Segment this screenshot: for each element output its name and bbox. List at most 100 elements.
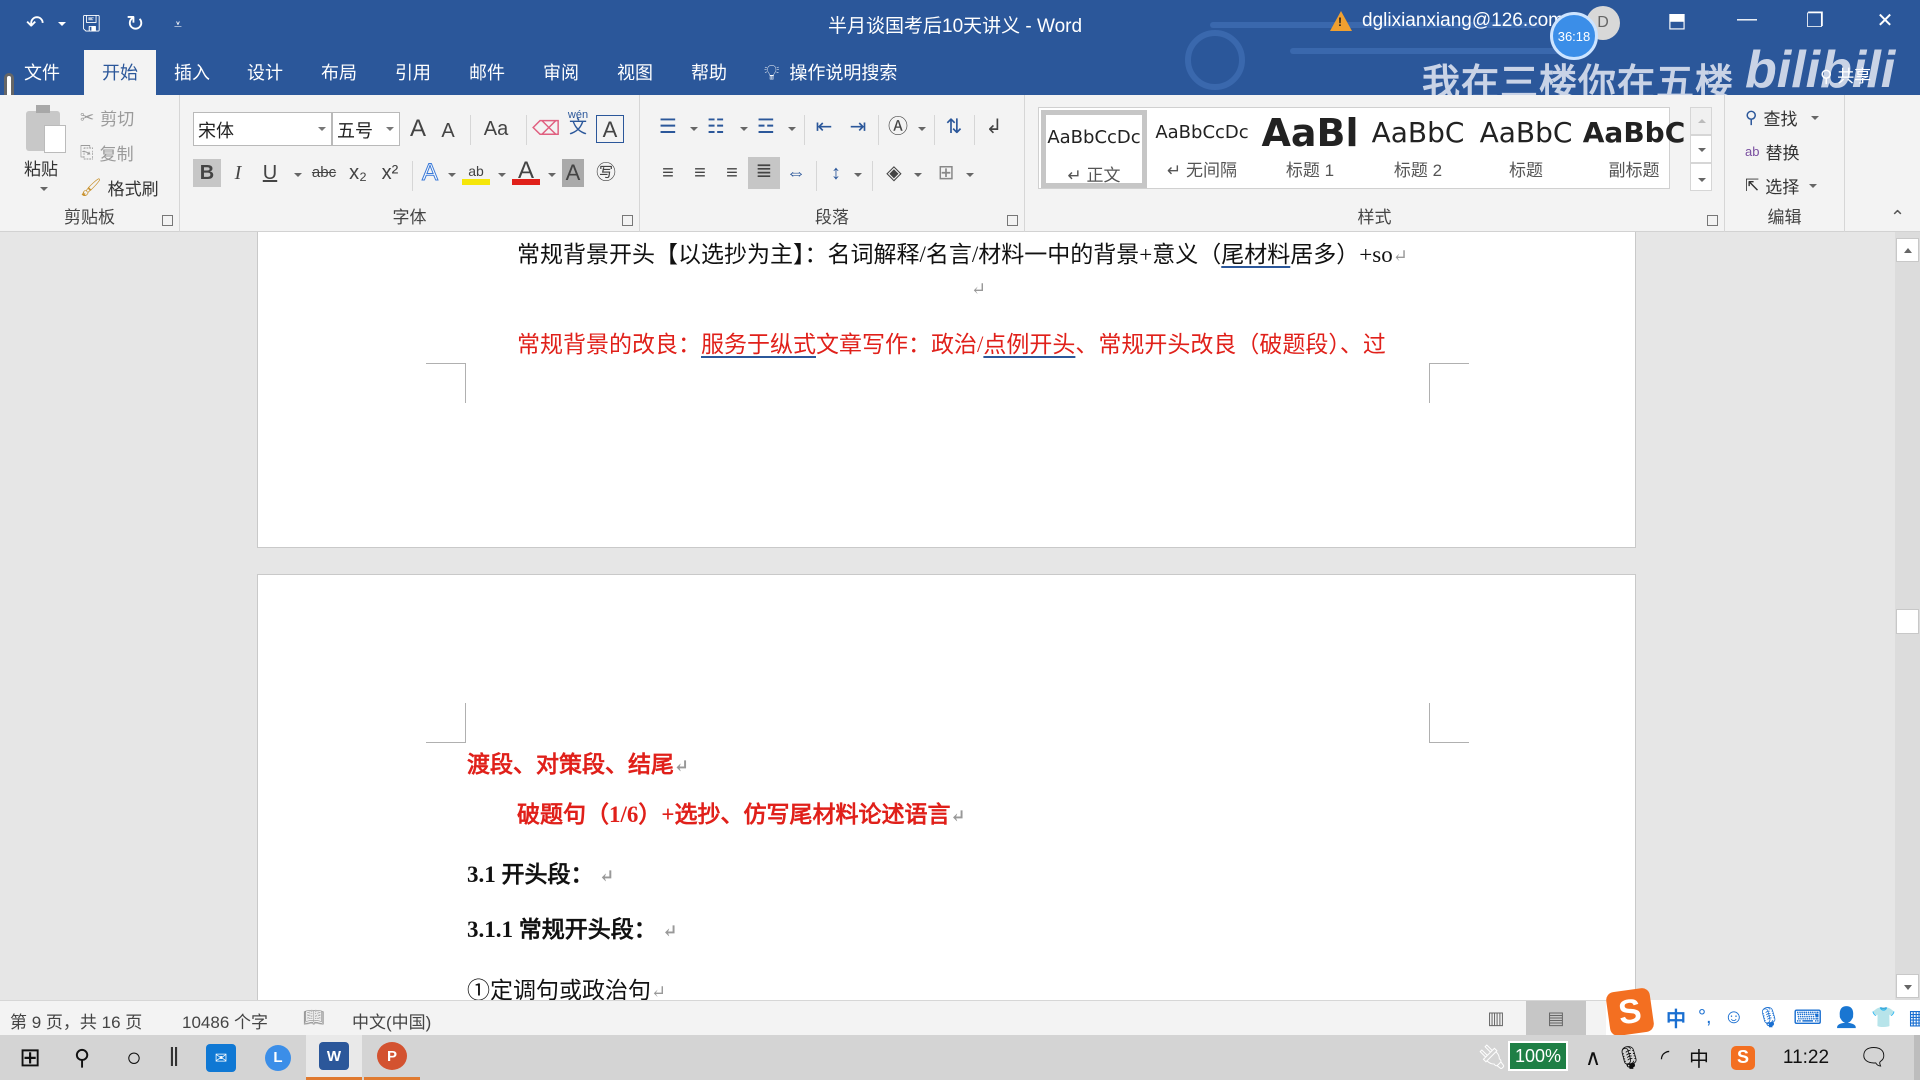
doc-line[interactable]: 破题句（1/6）+选抄、仿写尾材料论述语言↵ — [517, 795, 966, 829]
doc-line[interactable]: 常规背景的改良：服务于纵式文章写作：政治/点例开头、常规开头改良（破题段）、过 — [517, 325, 1386, 359]
asian-layout-dropdown-icon[interactable] — [918, 127, 926, 131]
styles-scroll-up[interactable] — [1690, 107, 1712, 135]
styles-scroll-down[interactable] — [1690, 135, 1712, 163]
align-left-icon[interactable]: ≡ — [654, 159, 682, 187]
highlight-icon[interactable]: ab — [462, 157, 490, 185]
clock[interactable]: 11:22 — [1776, 1035, 1836, 1080]
asian-layout-icon[interactable]: Ⓐ — [884, 113, 912, 141]
line-spacing-icon[interactable]: ↕ — [822, 159, 850, 187]
heading-3-1[interactable]: 3.1 开头段： ↵ — [467, 855, 614, 889]
ime-voice-icon[interactable]: 🎙 — [1756, 1005, 1781, 1030]
vertical-scrollbar[interactable] — [1895, 232, 1920, 1000]
tab-design[interactable]: 设计 — [228, 50, 302, 95]
heading-3-1-1[interactable]: 3.1.1 常规开头段： ↵ — [467, 910, 678, 944]
collapse-ribbon-icon[interactable]: ⌃ — [1890, 207, 1905, 228]
language[interactable]: 中文(中国) — [352, 1008, 431, 1033]
character-shading-icon[interactable]: A — [562, 159, 584, 187]
find-button[interactable]: ⚲ 查找 — [1745, 105, 1820, 130]
decrease-indent-icon[interactable]: ⇤ — [810, 113, 838, 141]
align-center-icon[interactable]: ≡ — [686, 159, 714, 187]
tell-me-search[interactable]: 💡︎ 操作说明搜索 — [746, 50, 915, 95]
clear-formatting-icon[interactable]: ⌫ — [532, 115, 560, 143]
style-heading-2[interactable]: AaBbC 标题 2 — [1365, 110, 1471, 188]
replace-button[interactable]: ab 替换 — [1745, 139, 1799, 164]
shading-bucket-icon[interactable]: ◈ — [880, 159, 908, 187]
tab-help[interactable]: 帮助 — [672, 50, 746, 95]
ribbon-display-options-icon[interactable]: ⬒ — [1654, 8, 1700, 33]
print-layout-icon[interactable]: ▤ — [1526, 1001, 1586, 1036]
taskbar-app-lenovo[interactable]: L — [250, 1035, 306, 1080]
ime-user-icon[interactable]: 👤 — [1834, 1005, 1859, 1030]
doc-line[interactable]: 渡段、对策段、结尾↵ — [467, 745, 689, 779]
cortana-button[interactable]: ○ — [110, 1035, 158, 1080]
enclose-characters-icon[interactable]: ㊢ — [592, 159, 620, 187]
underline-button[interactable]: U — [256, 159, 284, 187]
italic-button[interactable]: I — [224, 159, 252, 187]
style-heading-1[interactable]: AaBl 标题 1 — [1257, 110, 1363, 188]
shading-dropdown-icon[interactable] — [914, 173, 922, 177]
restore-button[interactable]: ❐ — [1792, 8, 1838, 33]
undo-icon[interactable]: ↶ — [26, 10, 44, 38]
empty-paragraph[interactable]: ↵ — [971, 275, 986, 301]
cut-button[interactable]: ✂ 剪切 — [80, 105, 134, 130]
close-button[interactable]: ✕ — [1862, 8, 1908, 33]
taskbar-app-word[interactable]: W — [306, 1035, 362, 1080]
show-paragraph-marks-icon[interactable]: ↲ — [980, 113, 1008, 141]
redo-icon[interactable]: ↻ — [126, 10, 144, 38]
bold-button[interactable]: B — [193, 159, 221, 187]
styles-more[interactable] — [1690, 163, 1712, 191]
account-area[interactable]: ! dglixianxiang@126.com — [1330, 10, 1564, 32]
character-border-icon[interactable]: A — [596, 115, 624, 143]
ime-punctuation[interactable]: °, — [1698, 1006, 1712, 1029]
superscript-button[interactable]: x² — [376, 159, 404, 187]
ime-toolbox-icon[interactable]: ▦ — [1908, 1005, 1920, 1030]
line-spacing-dropdown-icon[interactable] — [854, 173, 862, 177]
multilevel-dropdown-icon[interactable] — [788, 127, 796, 131]
save-icon[interactable]: 🖫 — [82, 10, 101, 38]
numbering-icon[interactable]: ☷ — [702, 113, 730, 141]
start-button[interactable]: ⊞ — [6, 1035, 54, 1080]
page-count[interactable]: 第 9 页，共 16 页 — [10, 1008, 142, 1033]
borders-icon[interactable]: ⊞ — [932, 159, 960, 187]
numbering-dropdown-icon[interactable] — [740, 127, 748, 131]
proofing-icon[interactable]: 📖︎ — [303, 1008, 325, 1028]
scroll-thumb[interactable] — [1896, 609, 1919, 634]
style-no-spacing[interactable]: AaBbCcDc ↵ 无间隔 — [1149, 110, 1255, 188]
paste-dropdown-icon[interactable] — [40, 187, 48, 191]
wifi-icon[interactable]: ◜ — [1650, 1035, 1680, 1080]
text-effects-dropdown-icon[interactable] — [448, 173, 456, 177]
clipboard-launcher-icon[interactable] — [162, 215, 173, 226]
styles-launcher-icon[interactable] — [1707, 215, 1718, 226]
taskbar-app-powerpoint[interactable]: P — [364, 1035, 420, 1080]
input-language[interactable]: 中 — [1684, 1035, 1714, 1080]
paragraph-launcher-icon[interactable] — [1007, 215, 1018, 226]
bullets-dropdown-icon[interactable] — [690, 127, 698, 131]
style-title[interactable]: AaBbC 标题 — [1473, 110, 1579, 188]
read-mode-icon[interactable]: ▥ — [1466, 1001, 1526, 1036]
tab-mailings[interactable]: 邮件 — [450, 50, 524, 95]
highlight-dropdown-icon[interactable] — [498, 173, 506, 177]
shrink-font-icon[interactable]: A — [434, 117, 462, 145]
customize-quick-access-icon[interactable]: ⩡ — [174, 10, 182, 38]
phonetic-guide-icon[interactable]: wén 文 — [564, 109, 592, 137]
undo-dropdown-icon[interactable] — [58, 22, 66, 26]
font-color-icon[interactable]: A — [512, 157, 540, 185]
sogou-logo[interactable]: S — [1605, 987, 1655, 1037]
search-button[interactable]: ⚲ — [58, 1035, 106, 1080]
taskbar-app-mail[interactable]: ✉ — [193, 1035, 249, 1080]
format-painter-button[interactable]: 🖌︎ 格式刷 — [80, 175, 159, 200]
select-button[interactable]: ⇱ 选择 — [1745, 173, 1818, 198]
copy-button[interactable]: ⎘ 复制 — [80, 140, 134, 165]
distributed-icon[interactable]: ⇔ — [782, 159, 810, 187]
doc-line[interactable]: ①定调句或政治句↵ — [467, 971, 666, 1000]
text-effects-icon[interactable]: A — [416, 159, 444, 187]
doc-line[interactable]: 常规背景开头【以选抄为主】：名词解释/名言/材料一中的背景+意义（尾材料居多）+… — [517, 235, 1408, 269]
ime-chinese-mode[interactable]: 中 — [1666, 1003, 1686, 1032]
style-subtitle[interactable]: AaBbC 副标题 — [1581, 110, 1687, 188]
tab-insert[interactable]: 插入 — [156, 50, 228, 95]
tab-home[interactable]: 开始 — [84, 50, 156, 95]
tab-view[interactable]: 视图 — [598, 50, 672, 95]
grow-font-icon[interactable]: A — [404, 115, 432, 143]
tab-references[interactable]: 引用 — [376, 50, 450, 95]
change-case-icon[interactable]: Aa — [476, 115, 516, 143]
